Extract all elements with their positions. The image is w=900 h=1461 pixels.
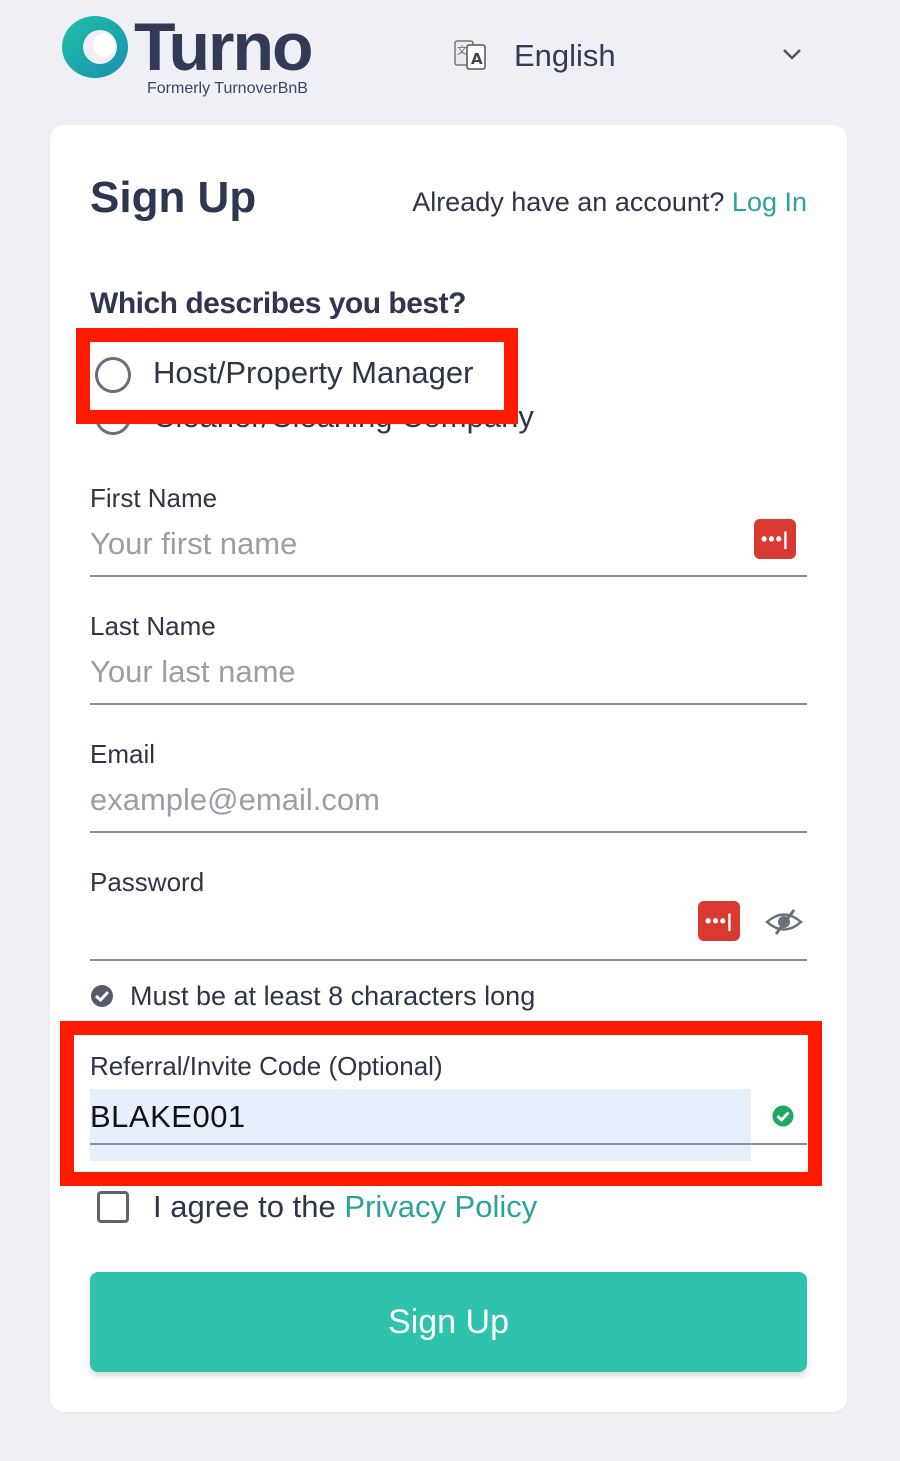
login-prompt-text: Already have an account? bbox=[412, 187, 725, 217]
privacy-policy-link[interactable]: Privacy Policy bbox=[344, 1189, 537, 1224]
last-name-input[interactable] bbox=[90, 649, 807, 695]
radio-button[interactable] bbox=[95, 411, 131, 435]
check-circle-icon bbox=[91, 985, 113, 1007]
email-label: Email bbox=[90, 739, 156, 769]
logo-subtitle: Formerly TurnoverBnB bbox=[147, 80, 308, 97]
role-option-label: Host/Property Manager bbox=[153, 355, 474, 390]
role-option-cleaner[interactable]: Cleaner/Cleaning Company bbox=[95, 411, 555, 441]
privacy-checkbox[interactable] bbox=[97, 1191, 129, 1223]
referral-code-input[interactable]: BLAKE001 bbox=[90, 1099, 246, 1135]
field-underline bbox=[90, 1143, 807, 1145]
role-question: Which describes you best? bbox=[90, 287, 466, 320]
page-title: Sign Up bbox=[90, 173, 257, 222]
field-underline bbox=[90, 575, 807, 577]
last-name-field: Last Name bbox=[90, 611, 807, 706]
email-field: Email bbox=[90, 739, 807, 834]
field-underline bbox=[90, 703, 807, 705]
password-field: Password •••| bbox=[90, 867, 807, 962]
logo-wordmark: Turno bbox=[134, 9, 314, 85]
first-name-input[interactable] bbox=[90, 521, 807, 567]
login-prompt: Already have an account? Log In bbox=[412, 187, 807, 218]
field-underline bbox=[90, 831, 807, 833]
field-underline bbox=[90, 959, 807, 961]
referral-code-label: Referral/Invite Code (Optional) bbox=[90, 1051, 443, 1081]
header: Turno Formerly TurnoverBnB A 文 English bbox=[0, 0, 900, 120]
svg-text:A: A bbox=[471, 50, 483, 68]
email-input[interactable] bbox=[90, 777, 807, 823]
last-name-label: Last Name bbox=[90, 611, 216, 641]
radio-button[interactable] bbox=[95, 357, 131, 393]
password-manager-icon[interactable]: •••| bbox=[754, 519, 796, 559]
eye-hidden-icon[interactable] bbox=[764, 907, 804, 937]
password-label: Password bbox=[90, 867, 205, 897]
svg-text:文: 文 bbox=[457, 44, 467, 57]
privacy-agreement-text: I agree to the Privacy Policy bbox=[153, 1189, 537, 1225]
turno-logo-mark-icon bbox=[62, 16, 128, 78]
role-option-label: Cleaner/Cleaning Company bbox=[153, 411, 534, 434]
turno-logo[interactable]: Turno Formerly TurnoverBnB bbox=[60, 9, 340, 104]
login-link[interactable]: Log In bbox=[732, 187, 807, 217]
sign-up-button[interactable]: Sign Up bbox=[90, 1272, 807, 1372]
role-option-host[interactable]: Host/Property Manager bbox=[95, 355, 515, 399]
password-requirement-text: Must be at least 8 characters long bbox=[130, 981, 536, 1011]
translate-icon: A 文 bbox=[454, 40, 486, 70]
password-input[interactable] bbox=[90, 905, 680, 951]
valid-check-icon bbox=[772, 1105, 794, 1127]
referral-code-field: Referral/Invite Code (Optional) BLAKE001 bbox=[90, 1051, 807, 1161]
language-label: English bbox=[514, 38, 616, 73]
chevron-down-icon bbox=[783, 49, 801, 60]
language-selector[interactable]: A 文 English bbox=[452, 36, 812, 80]
first-name-label: First Name bbox=[90, 483, 218, 513]
agree-prefix: I agree to the bbox=[153, 1189, 336, 1224]
password-manager-icon[interactable]: •••| bbox=[698, 901, 740, 941]
signup-card: Sign Up Already have an account? Log In … bbox=[50, 125, 847, 1412]
first-name-field: First Name •••| bbox=[90, 483, 807, 578]
